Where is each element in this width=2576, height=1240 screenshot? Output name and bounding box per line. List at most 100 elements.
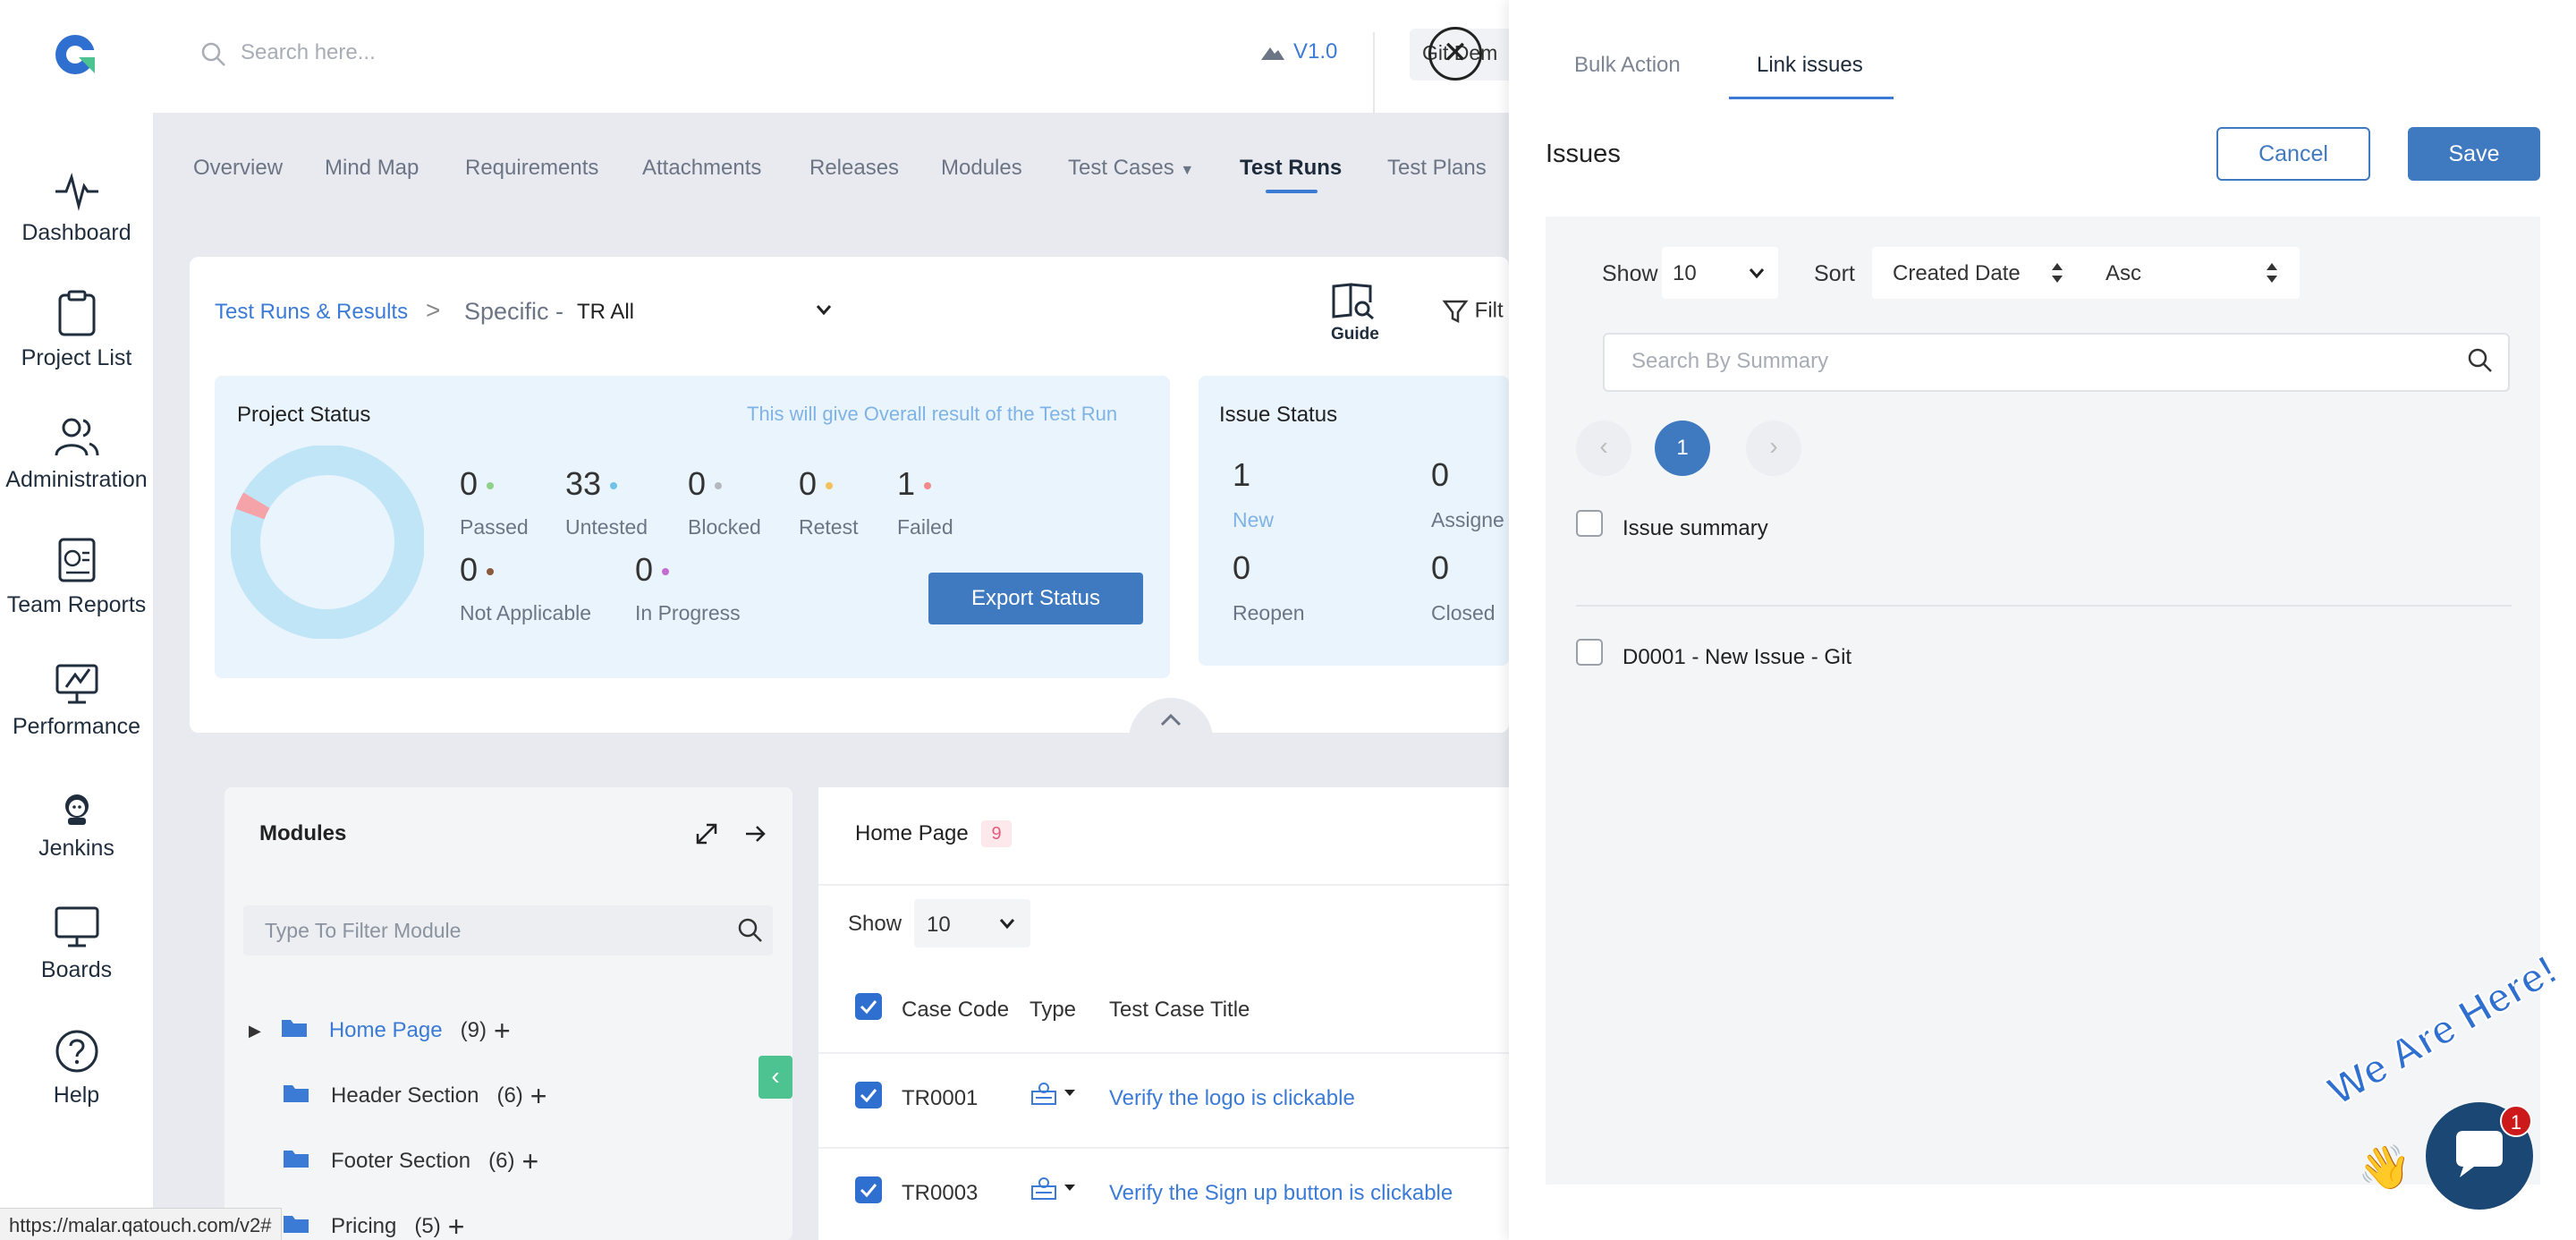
arrow-right-icon[interactable] (742, 821, 767, 851)
test-type-icon[interactable] (1030, 1176, 1080, 1207)
save-button[interactable]: Save (2408, 127, 2540, 181)
page-size-select[interactable]: 10 (914, 899, 1030, 947)
tab-releases[interactable]: Releases (809, 156, 899, 181)
tree-item-footer-section[interactable]: Footer Section (6) + (283, 1145, 538, 1178)
folder-icon (283, 1148, 309, 1176)
column-header-title[interactable]: Test Case Title (1109, 998, 1250, 1023)
tab-link-issues[interactable]: Link issues (1757, 53, 1863, 78)
sidebar-item-team-reports[interactable]: Team Reports (0, 537, 153, 618)
sidebar-item-label: Jenkins (38, 836, 114, 861)
expand-icon[interactable] (694, 821, 719, 851)
tab-test-plans[interactable]: Test Plans (1387, 156, 1487, 181)
version-label[interactable]: V1.0 (1259, 39, 1337, 64)
folder-icon (283, 1083, 309, 1110)
performance-icon (55, 664, 97, 704)
book-search-icon (1332, 283, 1374, 320)
sidebar-item-performance[interactable]: Performance (0, 660, 153, 740)
sidebar-item-project-list[interactable]: Project List (0, 290, 153, 371)
jenkins-icon (64, 794, 89, 825)
close-drawer-button[interactable]: ✕ (1428, 27, 1482, 81)
select-all-checkbox[interactable] (855, 993, 882, 1020)
users-icon (55, 418, 98, 456)
issue-status-title: Issue Status (1219, 403, 1338, 427)
tab-attachments[interactable]: Attachments (642, 156, 761, 181)
add-submodule-icon[interactable]: + (448, 1210, 465, 1240)
active-tab-indicator (1729, 97, 1894, 99)
guide-button[interactable]: Guide (1331, 281, 1379, 344)
issues-page-size-select[interactable]: 10 (1662, 247, 1778, 299)
column-header-type[interactable]: Type (1030, 998, 1076, 1023)
tab-overview[interactable]: Overview (193, 156, 283, 181)
test-type-icon[interactable] (1030, 1081, 1080, 1112)
summary-search-placeholder: Search By Summary (1631, 349, 1829, 373)
export-status-button[interactable]: Export Status (928, 573, 1143, 624)
chevron-left-icon: ‹ (771, 1062, 780, 1090)
search-icon[interactable] (2467, 347, 2494, 378)
issue-checkbox[interactable] (1576, 639, 1603, 666)
not-applicable-dot-icon (487, 568, 495, 576)
add-submodule-icon[interactable]: + (494, 1015, 511, 1047)
sidebar-item-administration[interactable]: Administration (0, 417, 153, 493)
row-checkbox[interactable] (855, 1082, 882, 1108)
page-size-value: 10 (927, 913, 951, 937)
row-checkbox[interactable] (855, 1176, 882, 1203)
status-donut-chart (230, 445, 425, 643)
retest-dot-icon (826, 482, 834, 490)
sidebar-item-boards[interactable]: Boards (0, 905, 153, 983)
sidebar-item-label: Performance (12, 714, 141, 739)
page-1-button[interactable]: 1 (1655, 420, 1710, 476)
test-run-select[interactable]: TR All (577, 300, 634, 325)
search-icon (737, 917, 764, 948)
sidebar-item-jenkins[interactable]: Jenkins (0, 791, 153, 862)
tree-item-count: (6) (488, 1148, 515, 1173)
sidebar-item-help[interactable]: Help (0, 1029, 153, 1108)
app-logo-icon[interactable] (52, 30, 100, 79)
test-case-title-link[interactable]: Verify the logo is clickable (1109, 1086, 1355, 1111)
sort-field-select[interactable]: Created Date (1893, 261, 2063, 286)
stat-in-progress-label: In Progress (635, 601, 741, 624)
select-all-issues-checkbox[interactable] (1576, 510, 1603, 537)
add-submodule-icon[interactable]: + (530, 1080, 547, 1112)
search-icon (200, 41, 227, 72)
sort-arrows-icon (2267, 263, 2277, 283)
collapse-summary-button[interactable] (1129, 698, 1213, 741)
tab-modules[interactable]: Modules (941, 156, 1022, 181)
stat-not-applicable-value: 0 (460, 551, 495, 589)
tab-test-runs[interactable]: Test Runs (1240, 156, 1342, 181)
global-search-input[interactable]: Search here... (241, 40, 376, 65)
issue-new-label[interactable]: New (1233, 508, 1274, 532)
column-header-case-code[interactable]: Case Code (902, 998, 1009, 1023)
sidebar-item-label: Boards (40, 957, 113, 982)
sort-order-select[interactable]: Asc (2106, 261, 2277, 286)
tab-bulk-action[interactable]: Bulk Action (1574, 53, 1681, 78)
waving-hand-icon: 👋 (2358, 1144, 2411, 1192)
filter-label: Filt (1474, 298, 1504, 323)
tree-item-home-page[interactable]: ▶ Home Page (9) + (249, 1015, 511, 1048)
add-submodule-icon[interactable]: + (521, 1145, 538, 1177)
cancel-button[interactable]: Cancel (2216, 127, 2370, 181)
case-code: TR0003 (902, 1181, 979, 1205)
tree-item-header-section[interactable]: Header Section (6) + (283, 1080, 547, 1113)
tree-item-label: Footer Section (331, 1148, 471, 1173)
stat-blocked-value: 0 (688, 465, 723, 503)
chevron-down-icon[interactable] (814, 300, 834, 324)
passed-dot-icon (487, 482, 495, 490)
tab-mind-map[interactable]: Mind Map (325, 156, 419, 181)
test-case-title-link[interactable]: Verify the Sign up button is clickable (1109, 1181, 1453, 1206)
previous-page-button[interactable]: ‹ (1576, 420, 1631, 476)
tree-item-pricing[interactable]: Pricing (5) + (283, 1210, 464, 1240)
tab-test-cases[interactable]: Test Cases ▼ (1068, 156, 1194, 181)
filter-icon (1442, 300, 1469, 324)
report-icon (58, 538, 95, 582)
issue-assigned-label: Assigne (1431, 508, 1504, 531)
sidebar-item-label: Dashboard (21, 220, 131, 245)
tab-requirements[interactable]: Requirements (465, 156, 598, 181)
next-page-button[interactable]: › (1746, 420, 1801, 476)
issue-reopen-label: Reopen (1233, 601, 1305, 624)
sidebar-item-dashboard[interactable]: Dashboard (0, 170, 153, 246)
collapse-modules-button[interactable]: ‹ (758, 1056, 792, 1099)
breadcrumb-link[interactable]: Test Runs & Results (215, 300, 408, 325)
close-icon: ✕ (1442, 36, 1469, 70)
breadcrumb-specific-label: Specific - (464, 298, 564, 325)
filter-button[interactable]: Filt (1442, 298, 1504, 325)
